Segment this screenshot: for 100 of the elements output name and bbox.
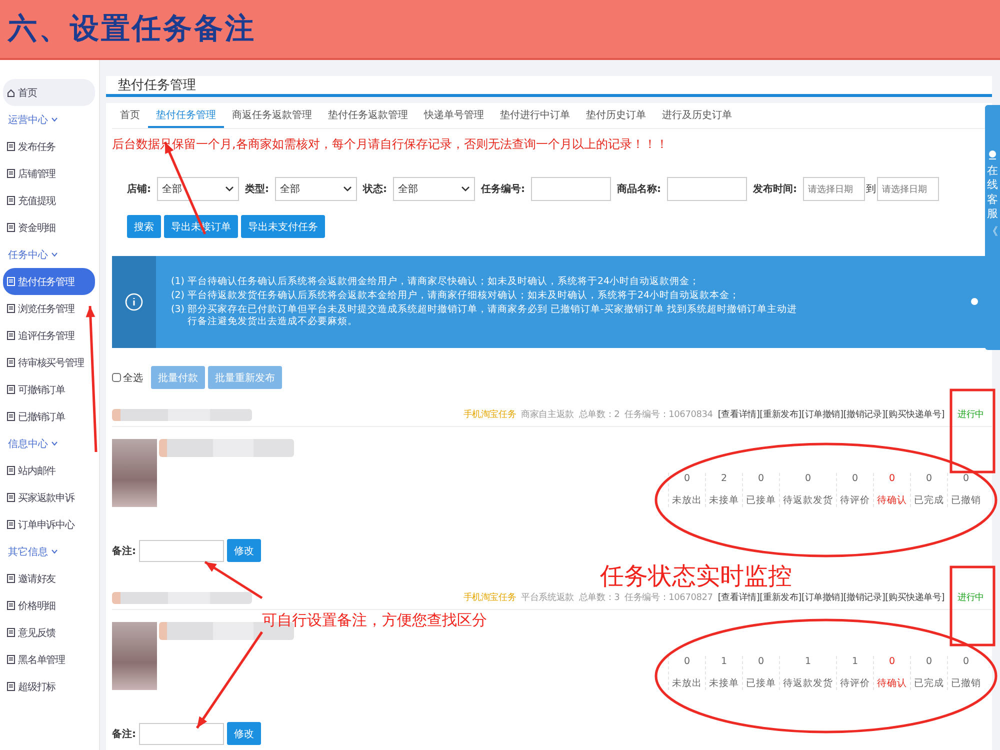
info-text: (2) 平台待返款发货任务确认后系统将会返款本金给用户，请商家仔细核对确认；如未及时确认，系统将于24小时自动返款本金；	[171, 290, 741, 302]
sidebar-item[interactable]: 待审核买号管理	[3, 349, 95, 376]
date-field[interactable]: 请选择日期	[877, 177, 939, 201]
task-status: 进行中	[958, 408, 984, 421]
task-action-link[interactable]: [订单撤销]	[802, 591, 844, 604]
filter-input[interactable]	[667, 177, 747, 201]
stat-label: 未接单	[709, 677, 739, 690]
stat-label: 待评价	[840, 494, 870, 507]
sidebar-item[interactable]: 黑名单管理	[3, 646, 95, 673]
chevron-icon	[51, 251, 58, 258]
tab[interactable]: 快递单号管理	[416, 103, 492, 128]
filter-label: 类型:	[245, 182, 269, 196]
list-icon	[7, 493, 15, 502]
stat-count: 0	[684, 656, 690, 667]
list-icon	[7, 655, 15, 664]
dot-icon	[971, 298, 978, 305]
sidebar-item[interactable]: 邀请好友	[3, 565, 95, 592]
sidebar-section[interactable]: 其它信息	[0, 538, 99, 565]
sidebar-item[interactable]: 订单申诉中心	[3, 511, 95, 538]
list-icon	[7, 520, 15, 529]
filter-input[interactable]	[531, 177, 611, 201]
stat-count: 0	[926, 473, 932, 484]
photo-placeholder	[112, 622, 157, 690]
tab[interactable]: 垫付历史订单	[578, 103, 654, 128]
date-field[interactable]: 请选择日期	[803, 177, 865, 201]
task-action-link[interactable]: [订单撤销]	[802, 408, 844, 421]
sidebar-section[interactable]: 运营中心	[0, 106, 99, 133]
page-title: 垫付任务管理	[106, 76, 992, 97]
refund-type: 商家自主返款	[521, 408, 574, 421]
stat-label: 已撤销	[951, 677, 981, 690]
filter-label: 商品名称:	[617, 182, 661, 196]
sidebar-item[interactable]: 浏览任务管理	[3, 295, 95, 322]
refund-type: 平台系统返款	[521, 592, 574, 604]
sidebar-item[interactable]: 追评任务管理	[3, 322, 95, 349]
sidebar-item[interactable]: 店铺管理	[3, 160, 95, 187]
sidebar-item[interactable]: 发布任务	[3, 133, 95, 160]
stat-label: 未接单	[709, 494, 739, 507]
sidebar-item[interactable]: 站内邮件	[3, 457, 95, 484]
list-icon	[7, 682, 15, 691]
list-icon	[7, 142, 15, 151]
list-icon	[7, 223, 15, 232]
stat-count: 0	[962, 473, 970, 484]
annotation-arrow	[204, 560, 263, 600]
sidebar-item[interactable]: 已撤销订单	[3, 403, 95, 430]
sidebar-item[interactable]: 买家返款申诉	[3, 484, 95, 511]
stat-label: 已撤销	[951, 494, 981, 507]
tab[interactable]: 商返任务返款管理	[224, 103, 320, 128]
task-number: 任务编号：10670827	[624, 592, 713, 604]
task-action-link[interactable]: [重新发布]	[760, 408, 802, 421]
stat-count: 1	[852, 656, 858, 667]
sidebar-section[interactable]: 信息中心	[0, 430, 99, 457]
stat-count: 2	[720, 473, 728, 484]
filter-select[interactable]: 全部	[157, 177, 239, 201]
remark-input[interactable]	[139, 540, 224, 562]
order-total: 总单数：3	[578, 592, 620, 604]
list-icon	[7, 331, 15, 340]
task-action-link[interactable]: [查看详情]	[718, 591, 760, 604]
sidebar-section[interactable]: 任务中心	[0, 241, 99, 268]
sidebar-item[interactable]: 可撤销订单	[3, 376, 95, 403]
filter-select[interactable]: 全部	[393, 177, 475, 201]
stat-label: 待返款发货	[783, 677, 833, 690]
sidebar-item[interactable]: 垫付任务管理	[3, 268, 95, 295]
stat-label: 未放出	[672, 677, 702, 690]
stat-label: 待确认	[877, 494, 907, 507]
tab[interactable]: 首页	[112, 103, 148, 128]
annotation-text: 可自行设置备注，方便您查找区分	[262, 611, 487, 630]
task-action-link[interactable]: [购买快递单号]	[885, 591, 945, 604]
stat-label: 待返款发货	[783, 494, 833, 507]
order-total: 总单数：2	[578, 408, 620, 421]
list-icon	[7, 466, 15, 475]
tab[interactable]: 垫付任务返款管理	[320, 103, 416, 128]
stat-count: 1	[804, 656, 812, 667]
task-action-link[interactable]: [撤销记录]	[843, 408, 886, 421]
filter-select[interactable]: 全部	[275, 177, 357, 201]
annotation-text: 任务状态实时监控	[600, 561, 792, 592]
sidebar-item[interactable]: 意见反馈	[3, 619, 95, 646]
list-icon	[7, 277, 15, 286]
list-icon	[7, 385, 15, 394]
caret-icon	[225, 186, 234, 192]
remark-input[interactable]	[139, 722, 224, 744]
task-number: 任务编号：10670834	[624, 408, 713, 421]
filter-label: 发布时间:	[753, 182, 797, 196]
tab[interactable]: 垫付进行中订单	[492, 103, 578, 128]
caret-icon	[343, 186, 352, 192]
sidebar-item[interactable]: 价格明细	[3, 592, 95, 619]
task-action-link[interactable]: [购买快递单号]	[885, 408, 945, 421]
task-action-link[interactable]: [查看详情]	[718, 408, 760, 421]
task-action-link[interactable]: [撤销记录]	[843, 591, 886, 604]
list-icon	[7, 412, 15, 421]
platform-label: 手机淘宝任务	[463, 408, 516, 421]
checkbox[interactable]	[112, 373, 121, 382]
tab[interactable]: 垫付任务管理	[148, 103, 224, 128]
sidebar-item[interactable]: 充值提现	[3, 187, 95, 214]
home-link[interactable]: 首页	[3, 79, 95, 106]
tab[interactable]: 进行及历史订单	[654, 103, 740, 128]
stat-label: 已接单	[746, 494, 776, 507]
task-action-link[interactable]: [重新发布]	[760, 591, 802, 604]
list-icon	[7, 574, 15, 583]
sidebar-item[interactable]: 资金明细	[3, 214, 95, 241]
sidebar-item[interactable]: 超级打标	[3, 673, 95, 700]
